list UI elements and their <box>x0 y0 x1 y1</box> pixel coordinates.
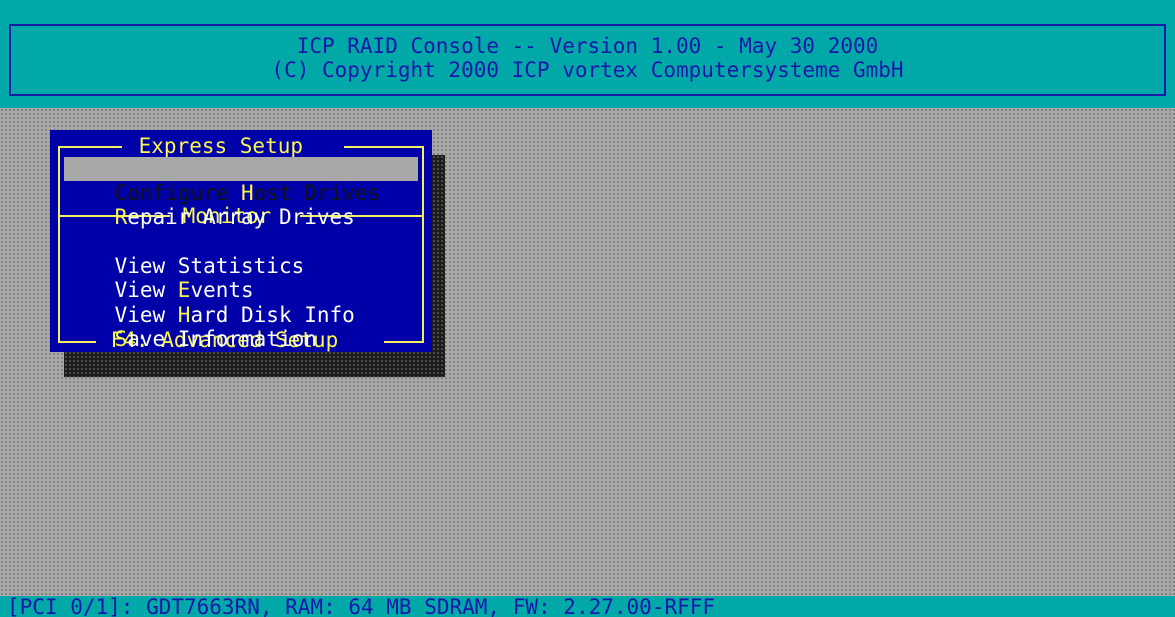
menu-item-text: epair Array Drives <box>127 205 355 229</box>
menu-border-left <box>58 146 60 343</box>
menu-item-repair-array-drives[interactable]: Repair Array Drives <box>64 181 355 229</box>
menu-border-bottom-right <box>384 341 424 343</box>
menu-title: Express Setup <box>126 134 316 158</box>
controller-status-bar: [PCI 0/1]: GDT7663RN, RAM: 64 MB SDRAM, … <box>0 596 1175 617</box>
menu-border-right <box>422 146 424 343</box>
menu-item-view-hard-disk-info[interactable]: View Hard Disk Info <box>64 279 355 327</box>
menu-item-view-statistics[interactable]: View Statistics <box>64 230 305 278</box>
header-copyright: (C) Copyright 2000 ICP vortex Computersy… <box>271 58 904 82</box>
menu-border-top-left <box>58 146 122 148</box>
hotkey-letter: S <box>114 327 128 351</box>
menu-item-text: ave Information <box>127 327 317 351</box>
console-header: ICP RAID Console -- Version 1.00 - May 3… <box>0 0 1175 108</box>
menu-item-configure-host-drives[interactable]: Configure Host Drives <box>64 157 418 205</box>
header-title: ICP RAID Console -- Version 1.00 - May 3… <box>296 34 879 58</box>
menu-item-view-events[interactable]: View Events <box>64 254 254 302</box>
hotkey-letter: R <box>114 205 128 229</box>
raid-console-screen: ICP RAID Console -- Version 1.00 - May 3… <box>0 0 1175 617</box>
menu-border-top-right <box>344 146 424 148</box>
menu-item-save-information[interactable]: Save Information <box>64 303 317 351</box>
